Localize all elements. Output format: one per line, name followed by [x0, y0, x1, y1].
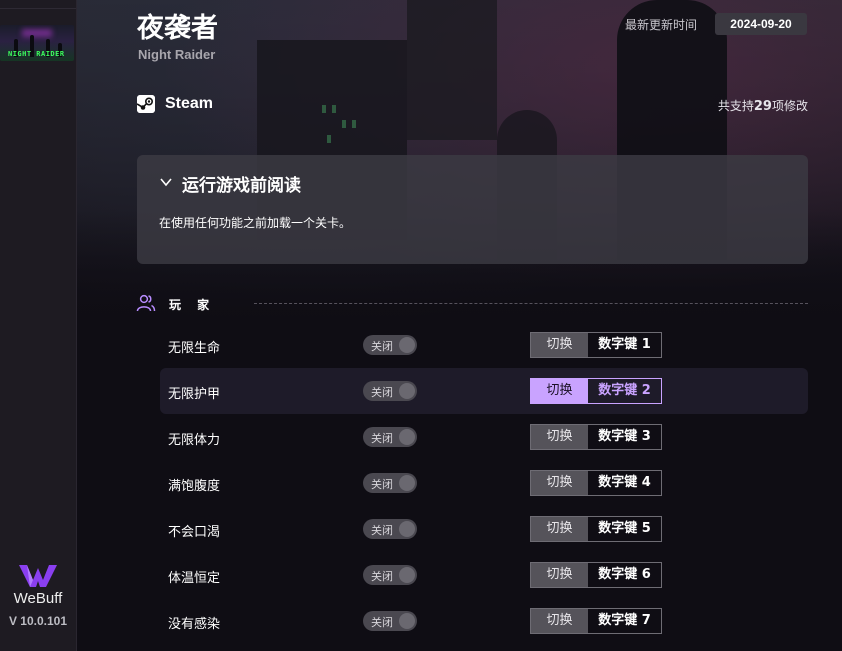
cheat-row: 无限护甲 关闭 切换 数字键 2	[160, 368, 808, 414]
game-subtitle: Night Raider	[138, 47, 216, 62]
toggle-knob	[399, 383, 415, 399]
notice-body: 在使用任何功能之前加载一个关卡。	[159, 216, 352, 230]
banner-window	[322, 105, 326, 113]
chevron-down-icon[interactable]	[159, 175, 173, 189]
hotkey-binding: 切换 数字键 4	[530, 470, 662, 496]
cheat-toggle[interactable]: 关闭	[363, 335, 417, 355]
hotkey-mode-button[interactable]: 切换	[531, 609, 588, 633]
cheat-row: 无限生命 关闭 切换 数字键 1	[160, 322, 808, 368]
hotkey-key-button[interactable]: 数字键 1	[588, 333, 661, 357]
notice-title[interactable]: 运行游戏前阅读	[182, 171, 301, 196]
cheat-toggle[interactable]: 关闭	[363, 473, 417, 493]
cheat-name: 满饱腹度	[168, 479, 221, 494]
section-title-player: 玩 家	[169, 298, 216, 312]
hotkey-binding: 切换 数字键 5	[530, 516, 662, 542]
webuff-logo-icon	[19, 565, 57, 587]
app-version: V 10.0.101	[8, 614, 68, 628]
hotkey-key-button[interactable]: 数字键 7	[588, 609, 661, 633]
thumb-logo-text: NIGHT RAIDER	[8, 50, 65, 58]
hotkey-key-button[interactable]: 数字键 2	[588, 379, 661, 403]
toggle-label: 关闭	[371, 478, 393, 491]
banner-window	[342, 120, 346, 128]
hotkey-binding: 切换 数字键 6	[530, 562, 662, 588]
sidebar-game-night-raider[interactable]: NIGHT RAIDER	[0, 25, 74, 61]
cheat-name: 无限生命	[168, 341, 221, 356]
support-count: 共支持29项修改	[718, 97, 808, 114]
toggle-label: 关闭	[371, 340, 393, 353]
hotkey-key-button[interactable]: 数字键 6	[588, 563, 661, 587]
hotkey-binding: 切换 数字键 3	[530, 424, 662, 450]
game-title: 夜袭者	[137, 13, 218, 44]
toggle-knob	[399, 613, 415, 629]
hotkey-mode-button[interactable]: 切换	[531, 471, 588, 495]
hotkey-mode-button[interactable]: 切换	[531, 425, 588, 449]
brand-name: WeBuff	[13, 590, 63, 607]
cheat-row: 无限体力 关闭 切换 数字键 3	[160, 414, 808, 460]
toggle-label: 关闭	[371, 386, 393, 399]
toggle-label: 关闭	[371, 524, 393, 537]
steam-icon	[137, 95, 155, 113]
banner-window	[327, 135, 331, 143]
cheat-row: 没有感染 关闭 切换 数字键 7	[160, 598, 808, 644]
users-icon	[136, 294, 156, 312]
banner-building	[407, 0, 497, 140]
update-date-badge: 2024-09-20	[715, 13, 807, 35]
hotkey-binding: 切换 数字键 2	[530, 378, 662, 404]
cheat-toggle[interactable]: 关闭	[363, 427, 417, 447]
cheat-name: 无限护甲	[168, 387, 221, 402]
toggle-knob	[399, 429, 415, 445]
platform-name: Steam	[165, 95, 214, 112]
hotkey-key-button[interactable]: 数字键 4	[588, 471, 661, 495]
cheat-toggle[interactable]: 关闭	[363, 381, 417, 401]
cheat-row: 满饱腹度 关闭 切换 数字键 4	[160, 460, 808, 506]
toggle-knob	[399, 521, 415, 537]
toggle-knob	[399, 475, 415, 491]
cheat-toggle[interactable]: 关闭	[363, 565, 417, 585]
toggle-label: 关闭	[371, 570, 393, 583]
toggle-label: 关闭	[371, 616, 393, 629]
section-divider	[254, 303, 808, 304]
hotkey-key-button[interactable]: 数字键 3	[588, 425, 661, 449]
thumb-glow	[22, 29, 52, 37]
sidebar-divider	[0, 8, 76, 9]
cheat-row: 体温恒定 关闭 切换 数字键 6	[160, 552, 808, 598]
read-before-run-panel: 运行游戏前阅读 在使用任何功能之前加载一个关卡。	[137, 155, 808, 264]
support-suffix: 项修改	[771, 99, 808, 113]
cheat-toggle[interactable]: 关闭	[363, 519, 417, 539]
cheat-row: 不会口渴 关闭 切换 数字键 5	[160, 506, 808, 552]
sidebar: NIGHT RAIDER WeBuff V 10.0.101	[0, 0, 77, 651]
hotkey-key-button[interactable]: 数字键 5	[588, 517, 661, 541]
update-label: 最新更新时间	[625, 18, 698, 32]
toggle-knob	[399, 567, 415, 583]
hotkey-mode-button[interactable]: 切换	[531, 333, 588, 357]
cheat-name: 不会口渴	[168, 525, 221, 540]
banner-window	[352, 120, 356, 128]
banner-window	[332, 105, 336, 113]
support-prefix: 共支持	[717, 99, 754, 113]
hotkey-binding: 切换 数字键 1	[530, 332, 662, 358]
cheat-name: 体温恒定	[168, 571, 221, 586]
cheat-toggle[interactable]: 关闭	[363, 611, 417, 631]
toggle-label: 关闭	[371, 432, 393, 445]
toggle-knob	[399, 337, 415, 353]
hotkey-mode-button[interactable]: 切换	[531, 379, 588, 403]
hotkey-mode-button[interactable]: 切换	[531, 517, 588, 541]
support-number: 29	[753, 99, 772, 114]
cheat-name: 没有感染	[168, 617, 221, 632]
hotkey-binding: 切换 数字键 7	[530, 608, 662, 634]
hotkey-mode-button[interactable]: 切换	[531, 563, 588, 587]
cheat-name: 无限体力	[168, 433, 221, 448]
